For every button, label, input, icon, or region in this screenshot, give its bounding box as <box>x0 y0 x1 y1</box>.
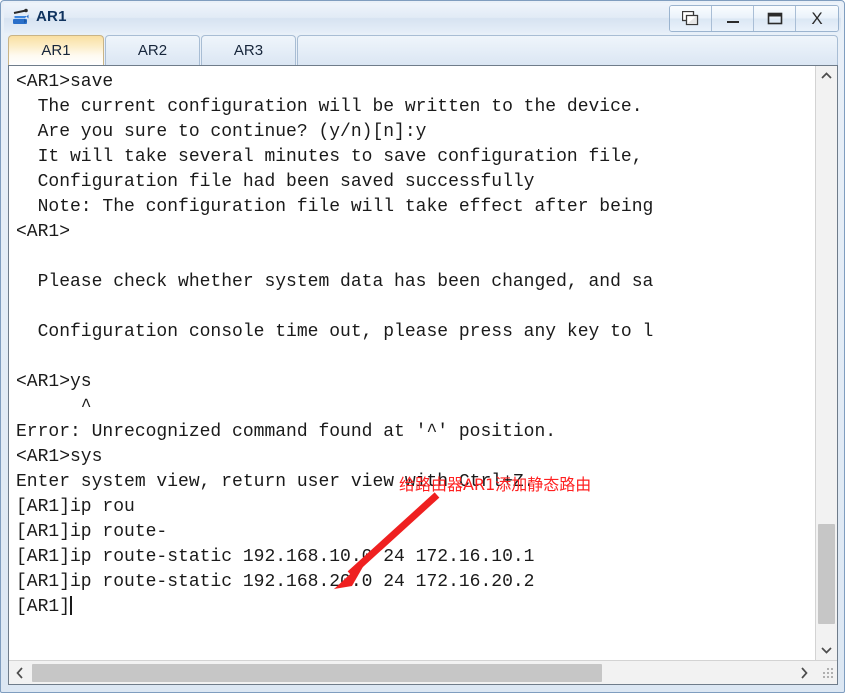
console-window: AR1 X AR1 AR2 AR3 <AR1>save The current … <box>0 0 845 693</box>
scroll-right-icon[interactable] <box>793 661 815 684</box>
tab-ar3[interactable]: AR3 <box>201 35 296 65</box>
terminal-output-area[interactable]: <AR1>save The current configuration will… <box>9 66 815 660</box>
vertical-scrollbar-thumb[interactable] <box>818 524 835 624</box>
scroll-up-icon[interactable] <box>816 66 837 86</box>
terminal-text: <AR1>save The current configuration will… <box>16 72 654 617</box>
close-icon: X <box>811 9 823 28</box>
horizontal-scrollbar-thumb[interactable] <box>32 664 602 682</box>
vertical-scrollbar[interactable] <box>815 66 837 660</box>
window-controls: X <box>669 5 839 32</box>
window-title: AR1 <box>36 8 67 25</box>
close-button[interactable]: X <box>796 6 838 31</box>
maximize-button[interactable] <box>754 6 796 31</box>
horizontal-scrollbar[interactable] <box>9 660 837 684</box>
scroll-down-icon[interactable] <box>816 640 837 660</box>
tab-label: AR3 <box>233 42 264 59</box>
router-device-icon <box>10 7 32 29</box>
resize-grip-icon[interactable] <box>817 662 835 682</box>
console-panel: <AR1>save The current configuration will… <box>8 65 838 685</box>
tab-ar1[interactable]: AR1 <box>8 35 104 65</box>
cascade-windows-icon <box>681 11 700 26</box>
tab-label: AR1 <box>41 42 71 59</box>
title-bar: AR1 X <box>4 3 841 33</box>
text-cursor <box>70 596 73 615</box>
maximize-icon <box>766 11 784 26</box>
restore-windows-button[interactable] <box>670 6 712 31</box>
scroll-left-icon[interactable] <box>9 661 31 684</box>
tab-bar: AR1 AR2 AR3 <box>8 33 838 65</box>
tab-strip-filler <box>297 35 838 65</box>
tab-label: AR2 <box>137 42 168 59</box>
tab-ar2[interactable]: AR2 <box>105 35 200 65</box>
minimize-icon <box>724 13 742 25</box>
minimize-button[interactable] <box>712 6 754 31</box>
